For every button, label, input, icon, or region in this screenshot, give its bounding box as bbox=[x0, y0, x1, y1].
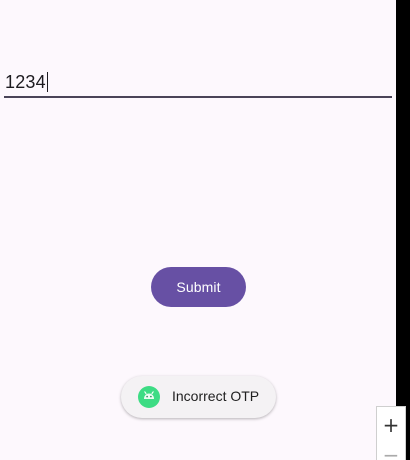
android-icon bbox=[138, 386, 160, 408]
app-screen: 1234 Submit Incorrect OTP bbox=[0, 0, 396, 460]
otp-input-value: 1234 bbox=[5, 72, 49, 93]
window-edge bbox=[396, 0, 410, 460]
zoom-in-button[interactable]: + bbox=[377, 411, 405, 439]
otp-input[interactable]: 1234 bbox=[4, 66, 392, 98]
toast-text: Incorrect OTP bbox=[172, 388, 260, 404]
text-cursor bbox=[46, 72, 49, 92]
submit-button[interactable]: Submit bbox=[151, 267, 246, 307]
zoom-out-button[interactable]: − bbox=[377, 441, 405, 460]
zoom-control: + − bbox=[376, 406, 406, 460]
toast-message: Incorrect OTP bbox=[121, 376, 276, 418]
